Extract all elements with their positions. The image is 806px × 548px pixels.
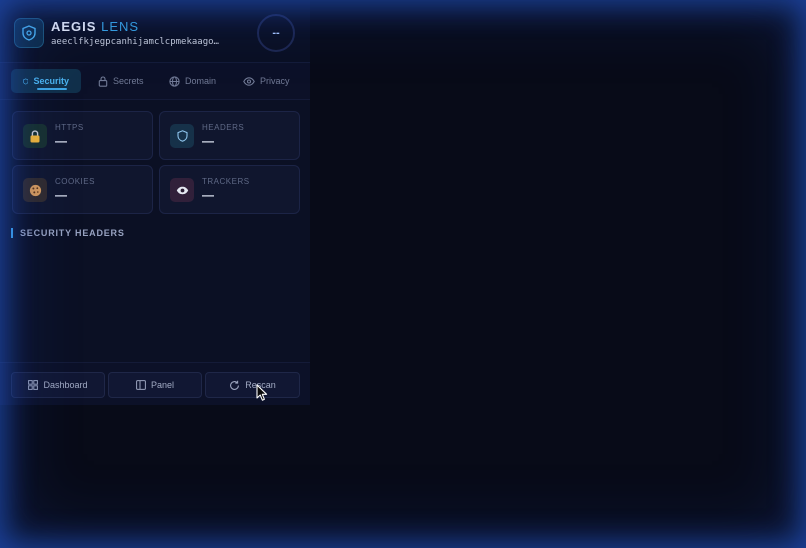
card-cookies-value: —: [55, 188, 67, 202]
refresh-icon: [230, 380, 240, 390]
eye-icon: [243, 76, 255, 86]
tab-domain[interactable]: Domain: [169, 69, 216, 93]
tab-secrets-label: Secrets: [113, 76, 144, 86]
lock-icon: [23, 124, 47, 148]
tab-domain-label: Domain: [185, 76, 217, 86]
section-title: SECURITY HEADERS: [11, 228, 125, 238]
current-url: aeeclfkjegpcanhijamclcpmekaago…: [51, 37, 219, 47]
card-cookies-label: COOKIES: [55, 177, 95, 186]
card-trackers-value: —: [202, 188, 214, 202]
app-title: AEGIS LENS: [51, 19, 139, 34]
card-https: HTTPS —: [12, 111, 153, 160]
globe-icon: [169, 75, 180, 87]
card-headers: HEADERS —: [159, 111, 300, 160]
popup-header: AEGIS LENS aeeclfkjegpcanhijamclcpmekaag…: [0, 0, 310, 63]
mouse-cursor-icon: [256, 384, 268, 401]
extension-popup: AEGIS LENS aeeclfkjegpcanhijamclcpmekaag…: [0, 0, 310, 405]
tab-security-label: Security: [33, 76, 69, 86]
panel-button-label: Panel: [150, 380, 175, 390]
eye-icon: [170, 178, 194, 202]
card-headers-label: HEADERS: [202, 123, 245, 132]
tab-secrets[interactable]: Secrets: [98, 69, 144, 93]
active-tab-indicator: [37, 88, 67, 90]
side-panel-icon: [136, 380, 146, 390]
shield-icon: [22, 25, 36, 41]
tab-privacy[interactable]: Privacy: [243, 69, 290, 93]
card-cookies: COOKIES —: [12, 165, 153, 214]
shield-icon: [23, 78, 29, 84]
brand-primary: AEGIS: [51, 19, 97, 34]
brand-accent: LENS: [101, 19, 140, 34]
grid-icon: [28, 380, 39, 390]
cookie-icon: [23, 178, 47, 202]
panel-button[interactable]: Panel: [108, 372, 202, 398]
card-trackers-label: TRACKERS: [202, 177, 250, 186]
rescan-button[interactable]: Rescan: [205, 372, 300, 398]
card-headers-value: —: [202, 134, 214, 148]
tab-bar: Security Secrets Domain Privacy: [0, 63, 310, 100]
card-https-label: HTTPS: [55, 123, 84, 132]
logo: [14, 18, 44, 48]
card-trackers: TRACKERS —: [159, 165, 300, 214]
dashboard-button[interactable]: Dashboard: [11, 372, 105, 398]
dashboard-button-label: Dashboard: [43, 380, 88, 390]
card-https-value: —: [55, 134, 67, 148]
lock-icon: [98, 75, 108, 87]
tab-privacy-label: Privacy: [260, 76, 290, 86]
security-score: --: [257, 14, 295, 52]
browser-viewport: AEGIS LENS aeeclfkjegpcanhijamclcpmekaag…: [0, 0, 806, 548]
tab-security[interactable]: Security: [11, 69, 81, 93]
shield-icon: [170, 124, 194, 148]
